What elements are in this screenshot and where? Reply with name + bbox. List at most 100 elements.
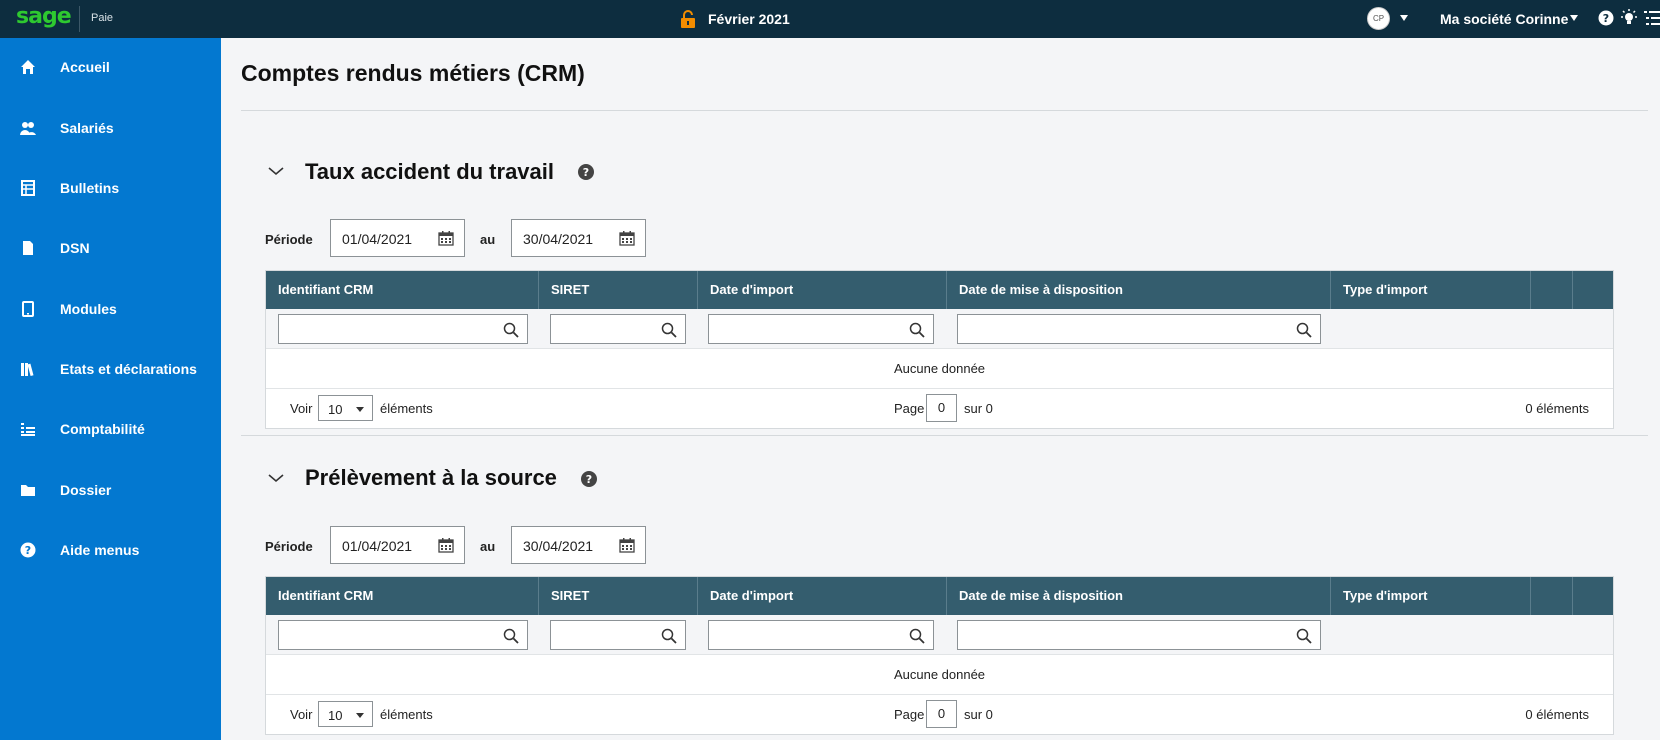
column-header[interactable]: Date de mise à disposition (947, 271, 1331, 309)
date-value: 01/04/2021 (342, 231, 413, 247)
sidebar-item-dsn[interactable]: DSN (0, 228, 221, 268)
column-header[interactable]: SIRET (539, 577, 698, 615)
filter-siret-input[interactable] (550, 620, 686, 650)
au-label: au (480, 232, 496, 247)
sidebar-item-accueil[interactable]: Accueil (0, 47, 221, 87)
column-header[interactable]: Type d'import (1331, 271, 1531, 309)
sidebar-item-label: Aide menus (60, 542, 140, 558)
divider (241, 110, 1648, 111)
main-content: Comptes rendus métiers (CRM) Taux accide… (221, 38, 1660, 740)
page-number-input[interactable]: 0 (926, 394, 957, 422)
list-icon[interactable] (1644, 10, 1660, 26)
page-number-input[interactable]: 0 (926, 700, 957, 728)
column-header[interactable]: Date de mise à disposition (947, 577, 1331, 615)
svg-text:?: ? (583, 166, 589, 179)
help-icon[interactable]: ? (578, 164, 594, 180)
chevron-down-icon[interactable] (268, 473, 284, 483)
column-header (1573, 271, 1613, 309)
chevron-down-icon[interactable] (268, 166, 284, 176)
sidebar-item-bulletins[interactable]: Bulletins (0, 168, 221, 208)
sage-logo[interactable]: sage (16, 4, 72, 29)
lock-open-icon (681, 10, 695, 28)
section-title: Prélèvement à la source (305, 465, 557, 490)
filter-date-import-input[interactable] (708, 620, 934, 650)
calendar-icon[interactable] (438, 537, 454, 553)
sidebar-item-etats[interactable]: Etats et déclarations (0, 349, 221, 389)
page-size-value: 10 (328, 402, 343, 417)
sidebar-item-dossier[interactable]: Dossier (0, 470, 221, 510)
voir-label: Voir (290, 401, 313, 416)
ledger-icon (21, 423, 35, 436)
company-selector[interactable]: Ma société Corinne (1440, 11, 1568, 27)
page-total-label: sur 0 (964, 707, 993, 722)
search-icon (503, 628, 519, 644)
chevron-down-icon[interactable] (1400, 15, 1408, 21)
page-size-select[interactable]: 10 (318, 701, 373, 727)
page-title: Comptes rendus métiers (CRM) (241, 60, 585, 86)
chevron-down-icon[interactable] (1570, 15, 1578, 21)
date-to-input[interactable]: 30/04/2021 (511, 526, 646, 564)
sidebar-item-label: Salariés (60, 120, 114, 136)
svg-text:?: ? (586, 473, 592, 486)
grid-footer: Voir 10 éléments Page 0 sur 0 0 éléments (266, 389, 1613, 428)
bulb-icon[interactable] (1620, 9, 1638, 27)
column-header[interactable]: Identifiant CRM (266, 271, 539, 309)
sidebar-item-label: Etats et déclarations (60, 361, 197, 377)
calendar-icon[interactable] (619, 537, 635, 553)
chevron-down-icon (356, 713, 364, 718)
page-size-value: 10 (328, 708, 343, 723)
column-header[interactable]: Identifiant CRM (266, 577, 539, 615)
au-label: au (480, 539, 496, 554)
users-icon (20, 122, 36, 135)
help-icon: ? (20, 542, 36, 558)
calendar-icon[interactable] (438, 230, 454, 246)
elements-label: éléments (380, 707, 433, 722)
voir-label: Voir (290, 707, 313, 722)
current-period[interactable]: Février 2021 (680, 0, 790, 38)
filter-identifiant-input[interactable] (278, 620, 528, 650)
sidebar-item-comptabilite[interactable]: Comptabilité (0, 409, 221, 449)
empty-message: Aucune donnée (266, 349, 1613, 389)
help-icon[interactable]: ? (1598, 10, 1614, 26)
top-bar: sage Paie Février 2021 CP Ma société Cor… (0, 0, 1660, 38)
sidebar-item-label: Bulletins (60, 180, 120, 196)
chevron-down-icon (356, 407, 364, 412)
folder-icon (21, 485, 35, 496)
sidebar-item-salaries[interactable]: Salariés (0, 108, 221, 148)
column-header[interactable]: Date d'import (698, 271, 947, 309)
element-count: 0 éléments (1525, 707, 1589, 722)
user-avatar[interactable]: CP (1367, 7, 1390, 30)
column-header[interactable]: Date d'import (698, 577, 947, 615)
column-header[interactable]: SIRET (539, 271, 698, 309)
date-to-input[interactable]: 30/04/2021 (511, 219, 646, 257)
date-from-input[interactable]: 01/04/2021 (330, 526, 465, 564)
column-header (1573, 577, 1613, 615)
help-icon[interactable]: ? (581, 471, 597, 487)
filter-date-import-input[interactable] (708, 314, 934, 344)
books-icon (21, 363, 34, 377)
filter-date-dispo-input[interactable] (957, 620, 1321, 650)
grid-filter-row (266, 615, 1613, 655)
periode-label: Période (265, 232, 313, 247)
search-icon (1296, 628, 1312, 644)
grid-header: Identifiant CRM SIRET Date d'import Date… (266, 577, 1613, 615)
sidebar-item-modules[interactable]: Modules (0, 289, 221, 329)
date-value: 30/04/2021 (523, 538, 594, 554)
filter-siret-input[interactable] (550, 314, 686, 344)
grid-header: Identifiant CRM SIRET Date d'import Date… (266, 271, 1613, 309)
sidebar-item-aide-menus[interactable]: ? Aide menus (0, 530, 221, 570)
logo-separator (79, 6, 80, 32)
column-header (1531, 577, 1573, 615)
calendar-icon[interactable] (619, 230, 635, 246)
filter-identifiant-input[interactable] (278, 314, 528, 344)
table-icon (21, 180, 35, 196)
page-size-select[interactable]: 10 (318, 395, 373, 421)
sidebar-item-label: Accueil (60, 59, 110, 75)
document-icon (23, 241, 33, 255)
column-header[interactable]: Type d'import (1331, 577, 1531, 615)
filter-date-dispo-input[interactable] (957, 314, 1321, 344)
period-label: Février 2021 (708, 11, 790, 27)
date-from-input[interactable]: 01/04/2021 (330, 219, 465, 257)
page-label: Page (894, 401, 925, 416)
grid-footer: Voir 10 éléments Page 0 sur 0 0 éléments (266, 695, 1613, 734)
